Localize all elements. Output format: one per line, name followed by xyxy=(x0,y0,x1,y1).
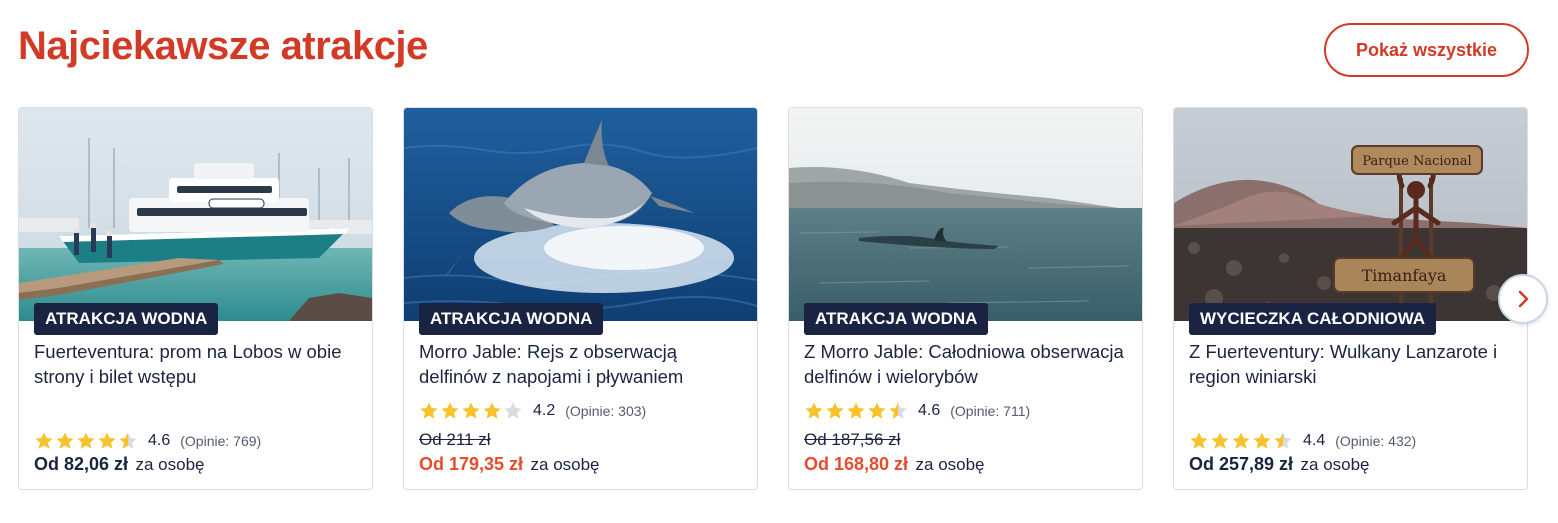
per-person-label: za osobę xyxy=(1300,455,1370,474)
volcano-park-sign-image-svg: Parque Nacional Timanfaya xyxy=(1174,108,1527,321)
review-count: (Opinie: 303) xyxy=(565,403,647,419)
star-half-icon xyxy=(1274,432,1292,449)
card-title[interactable]: Z Morro Jable: Całodniowa obserwacja del… xyxy=(804,339,1129,389)
star-full-icon xyxy=(420,402,438,419)
rating-row: 4.6 (Opinie: 711) xyxy=(804,401,1030,421)
star-full-icon xyxy=(805,402,823,419)
attraction-card[interactable]: ATRAKCJA WODNA Z Morro Jable: Całodniowa… xyxy=(788,107,1143,490)
whale-fin-image[interactable] xyxy=(789,108,1142,321)
rating-row: 4.6 (Opinie: 769) xyxy=(34,431,261,451)
park-sign-text: Parque Nacional xyxy=(1362,154,1471,169)
show-all-button[interactable]: Pokaż wszystkie xyxy=(1324,23,1529,77)
dolphins-image-svg xyxy=(404,108,757,321)
original-price: Od 187,56 zł xyxy=(804,430,901,449)
review-count: (Opinie: 711) xyxy=(950,403,1031,419)
section-title: Najciekawsze atrakcje xyxy=(18,24,428,68)
rating-stars xyxy=(419,401,523,421)
star-full-icon xyxy=(1253,432,1271,449)
category-badge: ATRAKCJA WODNA xyxy=(34,303,219,335)
price-row: Od 257,89 zł za osobę xyxy=(1189,454,1370,475)
star-full-icon xyxy=(77,432,95,449)
card-title[interactable]: Morro Jable: Rejs z obserwacją delfinów … xyxy=(419,339,744,389)
star-empty-icon xyxy=(504,402,522,419)
ferry-boat-image[interactable] xyxy=(19,108,372,321)
star-full-icon xyxy=(483,402,501,419)
per-person-label: za osobę xyxy=(530,455,600,474)
star-full-icon xyxy=(847,402,865,419)
attraction-card[interactable]: ATRAKCJA WODNA Morro Jable: Rejs z obser… xyxy=(403,107,758,490)
dolphins-image[interactable] xyxy=(404,108,757,321)
review-count: (Opinie: 432) xyxy=(1335,433,1417,449)
card-title[interactable]: Z Fuerteventury: Wulkany Lanzarote i reg… xyxy=(1189,339,1514,389)
attraction-card[interactable]: ATRAKCJA WODNA Fuerteventura: prom na Lo… xyxy=(18,107,373,490)
star-full-icon xyxy=(868,402,886,419)
review-count: (Opinie: 769) xyxy=(180,433,262,449)
sale-price: Od 179,35 zł xyxy=(419,454,524,474)
carousel-next-button[interactable] xyxy=(1498,274,1548,324)
chevron-right-icon xyxy=(1518,290,1529,308)
rating-row: 4.2 (Opinie: 303) xyxy=(419,401,646,421)
star-full-icon xyxy=(35,432,53,449)
category-badge: ATRAKCJA WODNA xyxy=(419,303,604,335)
rating-stars xyxy=(34,431,138,451)
whale-fin-image-svg xyxy=(789,108,1142,321)
category-badge: WYCIECZKA CAŁODNIOWA xyxy=(1189,303,1437,335)
per-person-label: za osobę xyxy=(915,455,985,474)
star-full-icon xyxy=(1232,432,1250,449)
price: Od 257,89 zł xyxy=(1189,454,1294,474)
rating-stars xyxy=(1189,431,1293,451)
star-full-icon xyxy=(462,402,480,419)
star-half-icon xyxy=(889,402,907,419)
volcano-park-sign-image[interactable]: Parque Nacional Timanfaya xyxy=(1174,108,1527,321)
timanfaya-sign-text: Timanfaya xyxy=(1362,266,1447,285)
star-full-icon xyxy=(441,402,459,419)
rating-value: 4.6 xyxy=(148,432,171,449)
star-full-icon xyxy=(1211,432,1229,449)
per-person-label: za osobę xyxy=(135,455,205,474)
rating-row: 4.4 (Opinie: 432) xyxy=(1189,431,1416,451)
price: Od 82,06 zł xyxy=(34,454,129,474)
attraction-card[interactable]: Parque Nacional Timanfaya WYCIECZKA CAŁO… xyxy=(1173,107,1528,490)
star-full-icon xyxy=(56,432,74,449)
rating-value: 4.2 xyxy=(533,402,556,419)
category-badge: ATRAKCJA WODNA xyxy=(804,303,989,335)
rating-value: 4.6 xyxy=(918,402,941,419)
original-price: Od 211 zł xyxy=(419,430,491,449)
star-full-icon xyxy=(98,432,116,449)
price-row: Od 168,80 zł za osobę xyxy=(804,454,985,475)
ferry-boat-image-svg xyxy=(19,108,372,321)
rating-stars xyxy=(804,401,908,421)
card-title[interactable]: Fuerteventura: prom na Lobos w obie stro… xyxy=(34,339,359,389)
star-full-icon xyxy=(826,402,844,419)
star-half-icon xyxy=(119,432,137,449)
rating-value: 4.4 xyxy=(1303,432,1326,449)
price-row: Od 179,35 zł za osobę xyxy=(419,454,600,475)
price-row: Od 82,06 zł za osobę xyxy=(34,454,205,475)
sale-price: Od 168,80 zł xyxy=(804,454,909,474)
star-full-icon xyxy=(1190,432,1208,449)
